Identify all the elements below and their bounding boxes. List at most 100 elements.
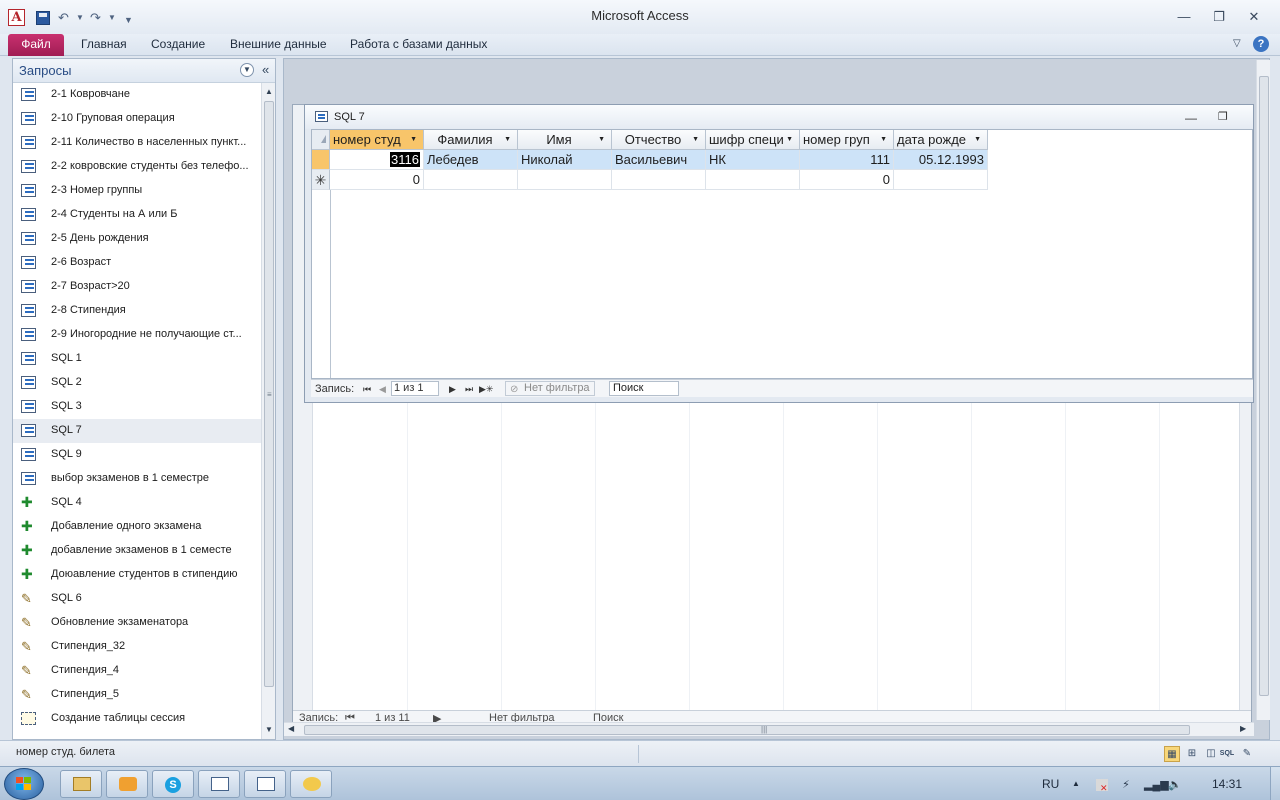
nav-item[interactable]: SQL 2 bbox=[13, 371, 261, 395]
taskbar-window-button[interactable] bbox=[198, 770, 240, 798]
record-selector[interactable] bbox=[312, 150, 330, 170]
nav-item[interactable]: SQL 3 bbox=[13, 395, 261, 419]
tab-database-tools[interactable]: Работа с базами данных bbox=[350, 34, 487, 56]
scroll-down-icon[interactable]: ▼ bbox=[263, 723, 275, 737]
nav-item[interactable]: ✎ Стипендия_32 bbox=[13, 635, 261, 659]
next-record-icon[interactable]: ▶ bbox=[449, 384, 456, 395]
workspace-vertical-scrollbar[interactable] bbox=[1256, 60, 1270, 720]
pivot-table-view-icon[interactable]: ⊞ bbox=[1184, 746, 1200, 762]
scroll-thumb[interactable]: ||| bbox=[304, 725, 1190, 735]
collapse-pane-icon[interactable]: « bbox=[262, 62, 269, 77]
chevron-down-icon[interactable]: ▼ bbox=[880, 130, 887, 149]
help-icon[interactable]: ? bbox=[1253, 36, 1269, 52]
close-button[interactable]: ✕ bbox=[1242, 8, 1266, 26]
maximize-button[interactable]: ❐ bbox=[1218, 110, 1228, 123]
nav-item[interactable]: 2-9 Иногородние не получающие ст... bbox=[13, 323, 261, 347]
taskbar-window-button[interactable] bbox=[244, 770, 286, 798]
new-record-nav-icon[interactable]: ▶✳ bbox=[479, 384, 493, 395]
nav-item[interactable]: 2-2 ковровские студенты без телефо... bbox=[13, 155, 261, 179]
taskbar-skype-button[interactable]: S bbox=[152, 770, 194, 798]
table-cell[interactable]: 111 bbox=[800, 150, 894, 170]
column-header[interactable]: Фамилия ▼ bbox=[424, 130, 518, 150]
tab-create[interactable]: Создание bbox=[151, 34, 205, 56]
chevron-down-icon[interactable]: ▼ bbox=[692, 130, 699, 149]
last-record-icon[interactable]: ⏭ bbox=[465, 384, 473, 395]
action-center-icon[interactable] bbox=[1096, 779, 1108, 794]
nav-item[interactable]: ✚ SQL 4 bbox=[13, 491, 261, 515]
scroll-up-icon[interactable]: ▲ bbox=[263, 85, 275, 99]
column-header[interactable]: номер студ ▼ bbox=[330, 130, 424, 150]
column-header[interactable]: Отчество ▼ bbox=[612, 130, 706, 150]
table-cell[interactable]: Николай bbox=[518, 150, 612, 170]
table-cell[interactable]: 3116 bbox=[330, 150, 424, 170]
nav-item[interactable]: ✎ SQL 6 bbox=[13, 587, 261, 611]
chevron-down-icon[interactable]: ▼ bbox=[410, 130, 417, 149]
nav-item[interactable]: 2-3 Номер группы bbox=[13, 179, 261, 203]
column-header[interactable]: Имя ▼ bbox=[518, 130, 612, 150]
nav-item[interactable]: SQL 9 bbox=[13, 443, 261, 467]
table-cell[interactable] bbox=[612, 170, 706, 190]
chevron-down-icon[interactable]: ▼ bbox=[504, 130, 511, 149]
nav-item[interactable]: 2-7 Возраст>20 bbox=[13, 275, 261, 299]
nav-item[interactable]: 2-6 Возраст bbox=[13, 251, 261, 275]
column-header[interactable]: шифр специ ▼ bbox=[706, 130, 800, 150]
new-record-icon[interactable]: ✳ bbox=[312, 170, 330, 190]
nav-item[interactable]: ✎ Стипендия_4 bbox=[13, 659, 261, 683]
table-cell[interactable]: 05.12.1993 bbox=[894, 150, 988, 170]
tab-file[interactable]: Файл bbox=[8, 34, 64, 56]
nav-item[interactable]: Создание таблицы сессия bbox=[13, 707, 261, 731]
nav-item[interactable]: SQL 7 bbox=[13, 419, 261, 443]
record-position-field[interactable]: 1 из 1 bbox=[391, 381, 439, 396]
table-cell[interactable]: НК bbox=[706, 150, 800, 170]
nav-pane-scrollbar[interactable]: ▲ ≡ ▼ bbox=[261, 83, 275, 739]
language-indicator[interactable]: RU bbox=[1042, 777, 1059, 791]
nav-item[interactable]: 2-8 Стипендия bbox=[13, 299, 261, 323]
tab-home[interactable]: Главная bbox=[81, 34, 127, 56]
sql-view-button[interactable]: SQL bbox=[1219, 746, 1235, 762]
table-cell[interactable]: Лебедев bbox=[424, 150, 518, 170]
query-window-titlebar[interactable]: SQL 7 — ❐ bbox=[305, 105, 1253, 129]
nav-item[interactable]: ✎ Стипендия_5 bbox=[13, 683, 261, 707]
workspace-horizontal-scrollbar[interactable]: ◀ ||| ▶ bbox=[284, 722, 1254, 736]
nav-item[interactable]: ✎ Обновление экзаменатора bbox=[13, 611, 261, 635]
taskbar-explorer-button[interactable] bbox=[60, 770, 102, 798]
scroll-thumb[interactable] bbox=[1259, 76, 1269, 696]
scroll-thumb[interactable]: ≡ bbox=[264, 101, 274, 687]
table-cell[interactable] bbox=[706, 170, 800, 190]
nav-item[interactable]: SQL 1 bbox=[13, 347, 261, 371]
nav-item[interactable]: ✚ Доюавление студентов в стипендию bbox=[13, 563, 261, 587]
show-hidden-icons-icon[interactable]: ▲ bbox=[1072, 779, 1080, 788]
tab-external-data[interactable]: Внешние данные bbox=[230, 34, 327, 56]
nav-pane-title[interactable]: Запросы bbox=[19, 63, 71, 78]
chevron-down-icon[interactable]: ▼ bbox=[974, 130, 981, 149]
column-header[interactable]: номер груп ▼ bbox=[800, 130, 894, 150]
nav-item[interactable]: 2-10 Груповая операция bbox=[13, 107, 261, 131]
select-all-corner[interactable] bbox=[312, 130, 330, 150]
ribbon-collapse-icon[interactable]: ▽ bbox=[1233, 38, 1241, 49]
nav-item[interactable]: ✚ добавление экзаменов в 1 семесте bbox=[13, 539, 261, 563]
table-cell[interactable]: Васильевич bbox=[612, 150, 706, 170]
table-cell[interactable]: 0 bbox=[800, 170, 894, 190]
filter-status[interactable]: ⊘ Нет фильтра bbox=[505, 381, 595, 396]
chevron-down-icon[interactable]: ▼ bbox=[240, 63, 254, 77]
previous-record-icon[interactable]: ◀ bbox=[379, 384, 386, 395]
taskbar-paint-button[interactable] bbox=[290, 770, 332, 798]
start-button[interactable] bbox=[4, 768, 44, 800]
restore-button[interactable]: ❐ bbox=[1207, 8, 1231, 26]
chevron-down-icon[interactable]: ▼ bbox=[598, 130, 605, 149]
column-header[interactable]: дата рожде ▼ bbox=[894, 130, 988, 150]
table-cell[interactable] bbox=[424, 170, 518, 190]
background-form-scrollbar[interactable] bbox=[1239, 401, 1251, 711]
nav-item[interactable]: 2-4 Студенты на А или Б bbox=[13, 203, 261, 227]
taskbar-media-player-button[interactable] bbox=[106, 770, 148, 798]
nav-item[interactable]: 2-11 Количество в населенных пункт... bbox=[13, 131, 261, 155]
minimize-button[interactable]: — bbox=[1185, 111, 1197, 125]
scroll-left-icon[interactable]: ◀ bbox=[288, 724, 294, 733]
nav-item[interactable]: 2-1 Ковровчане bbox=[13, 83, 261, 107]
table-cell[interactable] bbox=[518, 170, 612, 190]
pivot-chart-view-icon[interactable]: ◫ bbox=[1203, 746, 1219, 762]
scroll-right-icon[interactable]: ▶ bbox=[1240, 724, 1246, 733]
chevron-down-icon[interactable]: ▼ bbox=[786, 130, 793, 149]
show-desktop-button[interactable] bbox=[1270, 767, 1280, 800]
clock[interactable]: 14:31 bbox=[1212, 777, 1242, 791]
